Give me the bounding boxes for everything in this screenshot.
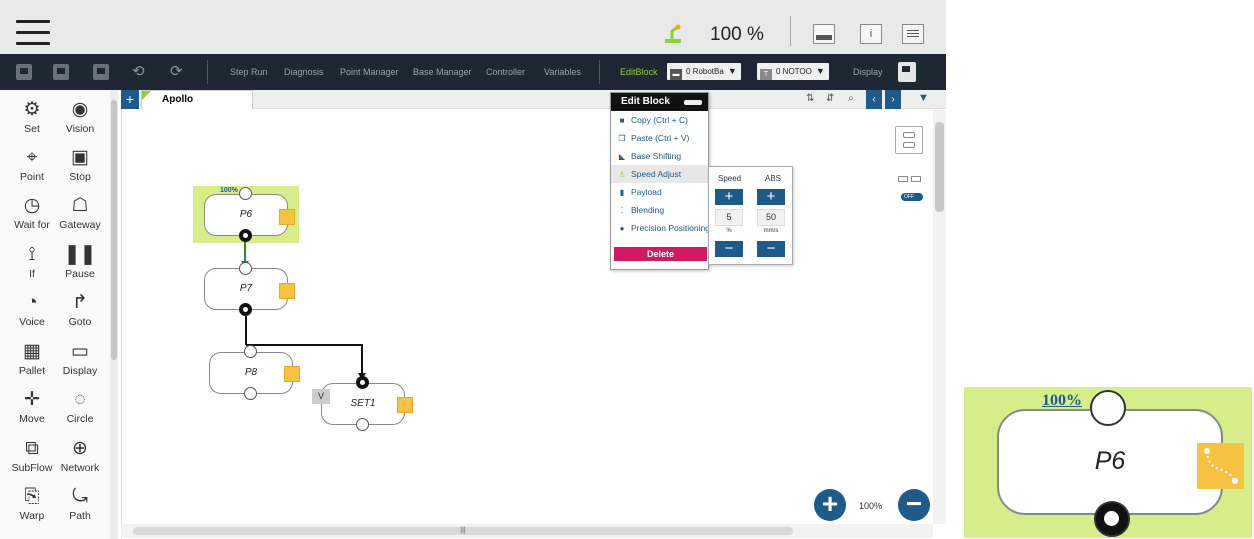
app-window: 100 % i ⟲ ⟳ Step Run Diagnosis Point Man… — [0, 0, 946, 539]
canvas-horizontal-scrollbar-thumb[interactable]: ||| — [133, 527, 793, 535]
menu-item-precision-positioning[interactable]: ● Precision Positioning — [611, 219, 710, 237]
menu-item-base-shifting[interactable]: ◣ Base Shifting — [611, 147, 708, 165]
abs-unit: mm/s — [763, 228, 779, 234]
speed-increase-button[interactable]: + — [715, 189, 743, 205]
block-output-port[interactable] — [356, 418, 369, 431]
payload-icon: ▮ — [619, 188, 625, 197]
zoomed-output-port — [1094, 501, 1130, 537]
zoomed-speed-percent: 100% — [1042, 392, 1082, 409]
zoom-level: 100% — [859, 501, 883, 511]
blending-icon: ⁚ — [620, 206, 624, 215]
variable-tag: V — [312, 389, 330, 404]
minimize-icon[interactable] — [684, 100, 702, 105]
edit-block-menu: Edit Block ■ Copy (Ctrl + C) ❐ Paste (Ctrl… — [610, 92, 710, 270]
point-path-icon — [279, 209, 295, 225]
point-path-icon — [279, 283, 295, 299]
flow-layout-tool-icon[interactable] — [895, 126, 923, 154]
base-shifting-icon: ◣ — [618, 152, 626, 161]
menu-item-speed-adjust[interactable]: ♙ Speed Adjust — [611, 165, 708, 183]
zoomed-input-port — [1090, 390, 1126, 426]
zoomed-point-path-icon — [1197, 443, 1244, 489]
abs-increase-button[interactable]: + — [757, 189, 785, 205]
speed-unit: % — [726, 228, 732, 234]
menu-item-copy[interactable]: ■ Copy (Ctrl + C) — [611, 111, 708, 129]
block-input-port[interactable] — [356, 376, 369, 389]
block-input-port[interactable] — [239, 187, 252, 200]
menu-item-paste[interactable]: ❐ Paste (Ctrl + V) — [611, 129, 708, 147]
zoom-in-button[interactable]: + — [814, 489, 846, 521]
block-output-port[interactable] — [239, 229, 252, 242]
delete-block-button[interactable]: Delete — [614, 247, 707, 261]
location-pin-icon: ● — [619, 224, 625, 233]
paste-icon: ❐ — [618, 134, 626, 143]
speed-decrease-button[interactable]: − — [715, 241, 743, 257]
block-input-port[interactable] — [244, 345, 257, 358]
zoom-out-button[interactable]: − — [898, 489, 930, 521]
flow-connectors — [241, 242, 366, 380]
copy-icon: ■ — [619, 116, 625, 125]
split-view-toggle[interactable]: OFF — [901, 193, 923, 201]
canvas-vertical-scrollbar-thumb[interactable] — [935, 122, 944, 212]
block-output-port[interactable] — [239, 303, 252, 316]
speed-label: Speed — [718, 174, 742, 183]
block-output-port[interactable] — [244, 387, 257, 400]
abs-label: ABS — [765, 174, 782, 183]
abs-value[interactable]: 50 — [757, 209, 785, 226]
speed-adjust-icon: ♙ — [618, 170, 626, 179]
speed-adjust-panel: Speed ABS + + 5 50 % mm/s − − — [708, 166, 793, 265]
abs-decrease-button[interactable]: − — [757, 241, 785, 257]
block-input-port[interactable] — [239, 262, 252, 275]
menu-item-blending[interactable]: ⁚ Blending — [611, 201, 708, 219]
set-io-icon — [397, 397, 413, 413]
edit-block-menu-header: Edit Block — [611, 93, 708, 111]
menu-item-payload[interactable]: ▮ Payload — [611, 183, 708, 201]
split-view-icon[interactable] — [896, 174, 924, 190]
speed-value[interactable]: 5 — [715, 209, 743, 226]
point-path-icon — [284, 366, 300, 382]
